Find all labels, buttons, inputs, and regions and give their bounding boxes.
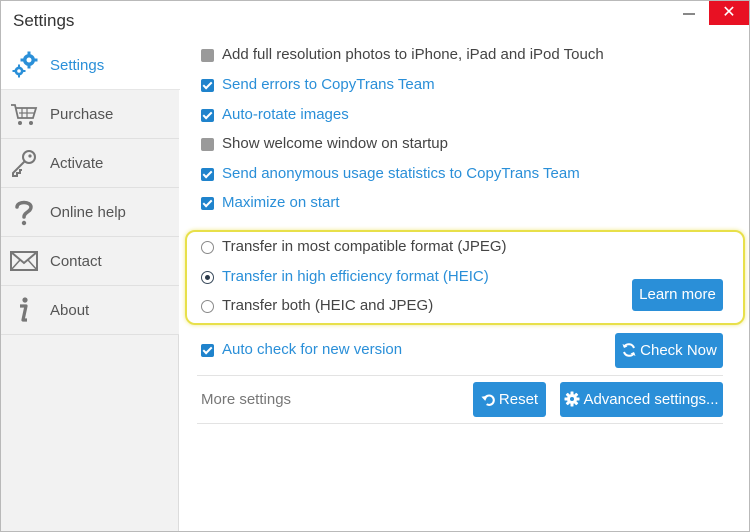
check-now-button[interactable]: Check Now — [615, 333, 723, 368]
checkbox[interactable] — [201, 197, 214, 210]
sidebar-item-label: Activate — [50, 155, 104, 172]
checkbox[interactable] — [201, 49, 214, 62]
window-title: Settings — [13, 11, 75, 30]
sidebar-item-label: Online help — [50, 204, 126, 221]
option-label: Auto check for new version — [222, 341, 403, 358]
sidebar-item-label: About — [50, 302, 90, 319]
gears-icon — [12, 51, 38, 78]
option-label: Send errors to CopyTrans Team — [222, 76, 435, 93]
advanced-settings-label: Advanced settings... — [583, 391, 719, 408]
option-label: Add full resolution photos to iPhone, iP… — [222, 46, 604, 63]
settings-window: Settings ✕ Settings Purchase Activate On… — [0, 0, 750, 532]
sidebar-item-contact[interactable]: Contact — [1, 237, 179, 286]
checkbox[interactable] — [201, 168, 214, 181]
key-icon — [12, 150, 36, 177]
checkbox[interactable] — [201, 79, 214, 92]
more-settings-label: More settings — [201, 391, 292, 408]
option-label: Transfer both (HEIC and JPEG) — [222, 297, 434, 314]
option-label: Transfer in most compatible format (JPEG… — [222, 238, 507, 255]
sidebar-item-label: Contact — [50, 253, 102, 270]
sidebar-item-label: Purchase — [50, 106, 114, 123]
checkbox[interactable] — [201, 109, 214, 122]
check-now-label: Check Now — [640, 342, 717, 359]
sidebar-item-about[interactable]: About — [1, 286, 179, 335]
undo-icon — [481, 394, 495, 406]
option-label: Maximize on start — [222, 194, 340, 211]
divider — [197, 375, 723, 376]
minimize-icon[interactable] — [683, 13, 695, 15]
checkbox[interactable] — [201, 344, 214, 357]
option-label: Auto-rotate images — [222, 106, 349, 123]
divider — [197, 423, 723, 424]
cart-icon — [11, 104, 38, 125]
envelope-icon — [10, 251, 38, 271]
radio-button[interactable] — [201, 300, 214, 313]
advanced-settings-button[interactable]: Advanced settings... — [560, 382, 723, 417]
sidebar-item-label: Settings — [50, 57, 105, 74]
reset-button[interactable]: Reset — [473, 382, 546, 417]
refresh-icon — [622, 343, 636, 357]
sidebar: Settings Purchase Activate Online help C… — [1, 41, 180, 531]
sidebar-item-online-help[interactable]: Online help — [1, 188, 179, 237]
checkbox[interactable] — [201, 138, 214, 151]
option-label: Send anonymous usage statistics to CopyT… — [222, 165, 580, 182]
learn-more-button[interactable]: Learn more — [632, 279, 723, 311]
option-label: Transfer in high efficiency format (HEIC… — [222, 268, 489, 285]
gear-icon — [564, 391, 580, 407]
sidebar-item-settings[interactable]: Settings — [1, 41, 180, 90]
reset-label: Reset — [498, 391, 539, 408]
radio-button[interactable] — [201, 241, 214, 254]
close-button[interactable]: ✕ — [709, 1, 749, 25]
sidebar-item-purchase[interactable]: Purchase — [1, 90, 179, 139]
option-label: Show welcome window on startup — [222, 135, 448, 152]
sidebar-item-activate[interactable]: Activate — [1, 139, 179, 188]
radio-button[interactable] — [201, 271, 214, 284]
question-icon — [15, 200, 33, 226]
title-bar: Settings ✕ — [1, 1, 749, 41]
info-icon — [20, 297, 28, 322]
